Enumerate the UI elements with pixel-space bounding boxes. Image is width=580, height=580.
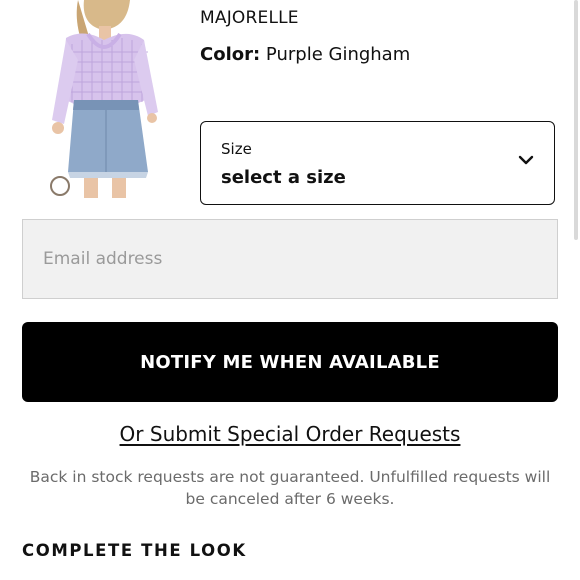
notify-me-button[interactable]: NOTIFY ME WHEN AVAILABLE bbox=[22, 322, 558, 402]
size-select[interactable]: Size select a size bbox=[200, 121, 555, 205]
product-image[interactable] bbox=[44, 0, 162, 198]
product-color: Color: Purple Gingham bbox=[200, 44, 410, 65]
back-in-stock-disclaimer: Back in stock requests are not guarantee… bbox=[29, 468, 551, 508]
special-order-link[interactable]: Or Submit Special Order Requests bbox=[0, 422, 580, 446]
scrollbar[interactable] bbox=[574, 0, 578, 240]
color-label: Color: bbox=[200, 44, 261, 65]
chevron-down-icon bbox=[518, 155, 534, 165]
email-field[interactable]: Email address bbox=[22, 219, 558, 299]
size-select-value: select a size bbox=[221, 167, 346, 188]
complete-the-look-heading: COMPLETE THE LOOK bbox=[22, 541, 247, 560]
color-value: Purple Gingham bbox=[265, 44, 411, 65]
brand-name: MAJORELLE bbox=[200, 8, 299, 28]
email-placeholder: Email address bbox=[43, 249, 163, 269]
size-select-label: Size bbox=[221, 140, 252, 158]
